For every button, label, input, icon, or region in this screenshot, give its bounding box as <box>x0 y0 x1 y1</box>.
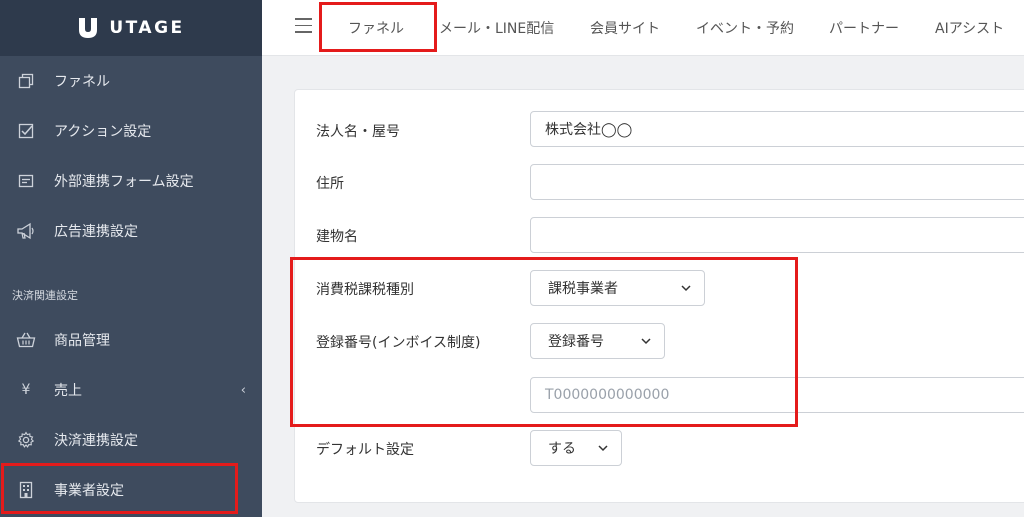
tab-ai-assist[interactable]: AIアシスト <box>935 0 1004 56</box>
menu-toggle-icon[interactable] <box>295 18 312 38</box>
sidebar-item-external-form[interactable]: 外部連携フォーム設定 <box>0 156 262 206</box>
brand-name: UTAGE <box>109 18 185 38</box>
checkbox-icon <box>16 121 36 141</box>
sidebar-item-label: 売上 <box>54 383 82 399</box>
invoice-number-select[interactable]: 登録番号 <box>530 323 665 359</box>
tab-partner[interactable]: パートナー <box>829 0 899 56</box>
sidebar-item-action-settings[interactable]: アクション設定 <box>0 106 262 156</box>
chevron-down-icon <box>681 285 691 292</box>
chevron-down-icon <box>641 338 651 345</box>
tab-event-reservation[interactable]: イベント・予約 <box>696 0 794 56</box>
invoice-select-value: 登録番号 <box>548 334 604 350</box>
sidebar-item-label: 広告連携設定 <box>54 224 138 240</box>
default-setting-label: デフォルト設定 <box>316 442 414 458</box>
sidebar-section-title: 決済関連設定 <box>12 289 78 302</box>
tax-type-label: 消費税課税種別 <box>316 282 414 298</box>
tab-funnel[interactable]: ファネル <box>348 0 404 56</box>
invoice-number-input[interactable]: T0000000000000 <box>530 377 1024 413</box>
sidebar-item-sales[interactable]: ¥ 売上 ‹ <box>0 365 262 415</box>
tab-mail-line[interactable]: メール・LINE配信 <box>439 0 554 56</box>
sidebar-item-payment-integration[interactable]: 決済連携設定 <box>0 415 262 465</box>
sidebar-item-label: 決済連携設定 <box>54 433 138 449</box>
megaphone-icon <box>16 221 36 241</box>
address-label: 住所 <box>316 176 344 192</box>
tax-type-select[interactable]: 課税事業者 <box>530 270 705 306</box>
gear-icon <box>16 430 36 450</box>
brand[interactable]: UTAGE <box>0 0 262 56</box>
top-navigation: ファネル メール・LINE配信 会員サイト イベント・予約 パートナー AIアシ… <box>262 0 1024 56</box>
copy-icon <box>16 71 36 91</box>
sidebar: UTAGE ファネル アクション設定 外部連携フォーム設定 広告連携設定 決済関… <box>0 0 262 517</box>
sidebar-item-label: 外部連携フォーム設定 <box>54 174 194 190</box>
address-input[interactable] <box>530 164 1024 200</box>
yen-icon: ¥ <box>21 382 31 398</box>
basket-icon <box>16 330 36 350</box>
default-setting-select[interactable]: する <box>530 430 622 466</box>
sidebar-item-label: 事業者設定 <box>54 483 124 499</box>
tab-member-site[interactable]: 会員サイト <box>590 0 660 56</box>
sidebar-item-label: 商品管理 <box>54 333 110 349</box>
default-setting-value: する <box>548 441 576 457</box>
sidebar-item-label: アクション設定 <box>54 124 152 140</box>
form-icon <box>16 171 36 191</box>
business-settings-form: 法人名・屋号 株式会社◯◯ 住所 建物名 消費税課税種別 課税事業者 登録番号(… <box>294 89 1024 503</box>
building-name-input[interactable] <box>530 217 1024 253</box>
sidebar-item-ad-integration[interactable]: 広告連携設定 <box>0 206 262 256</box>
invoice-number-label: 登録番号(インボイス制度) <box>316 335 481 351</box>
sidebar-item-funnel[interactable]: ファネル <box>0 56 262 106</box>
chevron-left-icon[interactable]: ‹ <box>241 383 246 398</box>
building-icon <box>16 480 36 500</box>
company-name-label: 法人名・屋号 <box>316 124 400 140</box>
chevron-down-icon <box>598 445 608 452</box>
company-name-input[interactable]: 株式会社◯◯ <box>530 111 1024 147</box>
building-name-label: 建物名 <box>316 229 358 245</box>
utage-logo-icon <box>79 18 98 38</box>
sidebar-item-products[interactable]: 商品管理 <box>0 315 262 365</box>
sidebar-item-business-settings[interactable]: 事業者設定 <box>0 465 262 515</box>
tax-type-value: 課税事業者 <box>548 281 618 297</box>
sidebar-item-label: ファネル <box>54 74 110 90</box>
